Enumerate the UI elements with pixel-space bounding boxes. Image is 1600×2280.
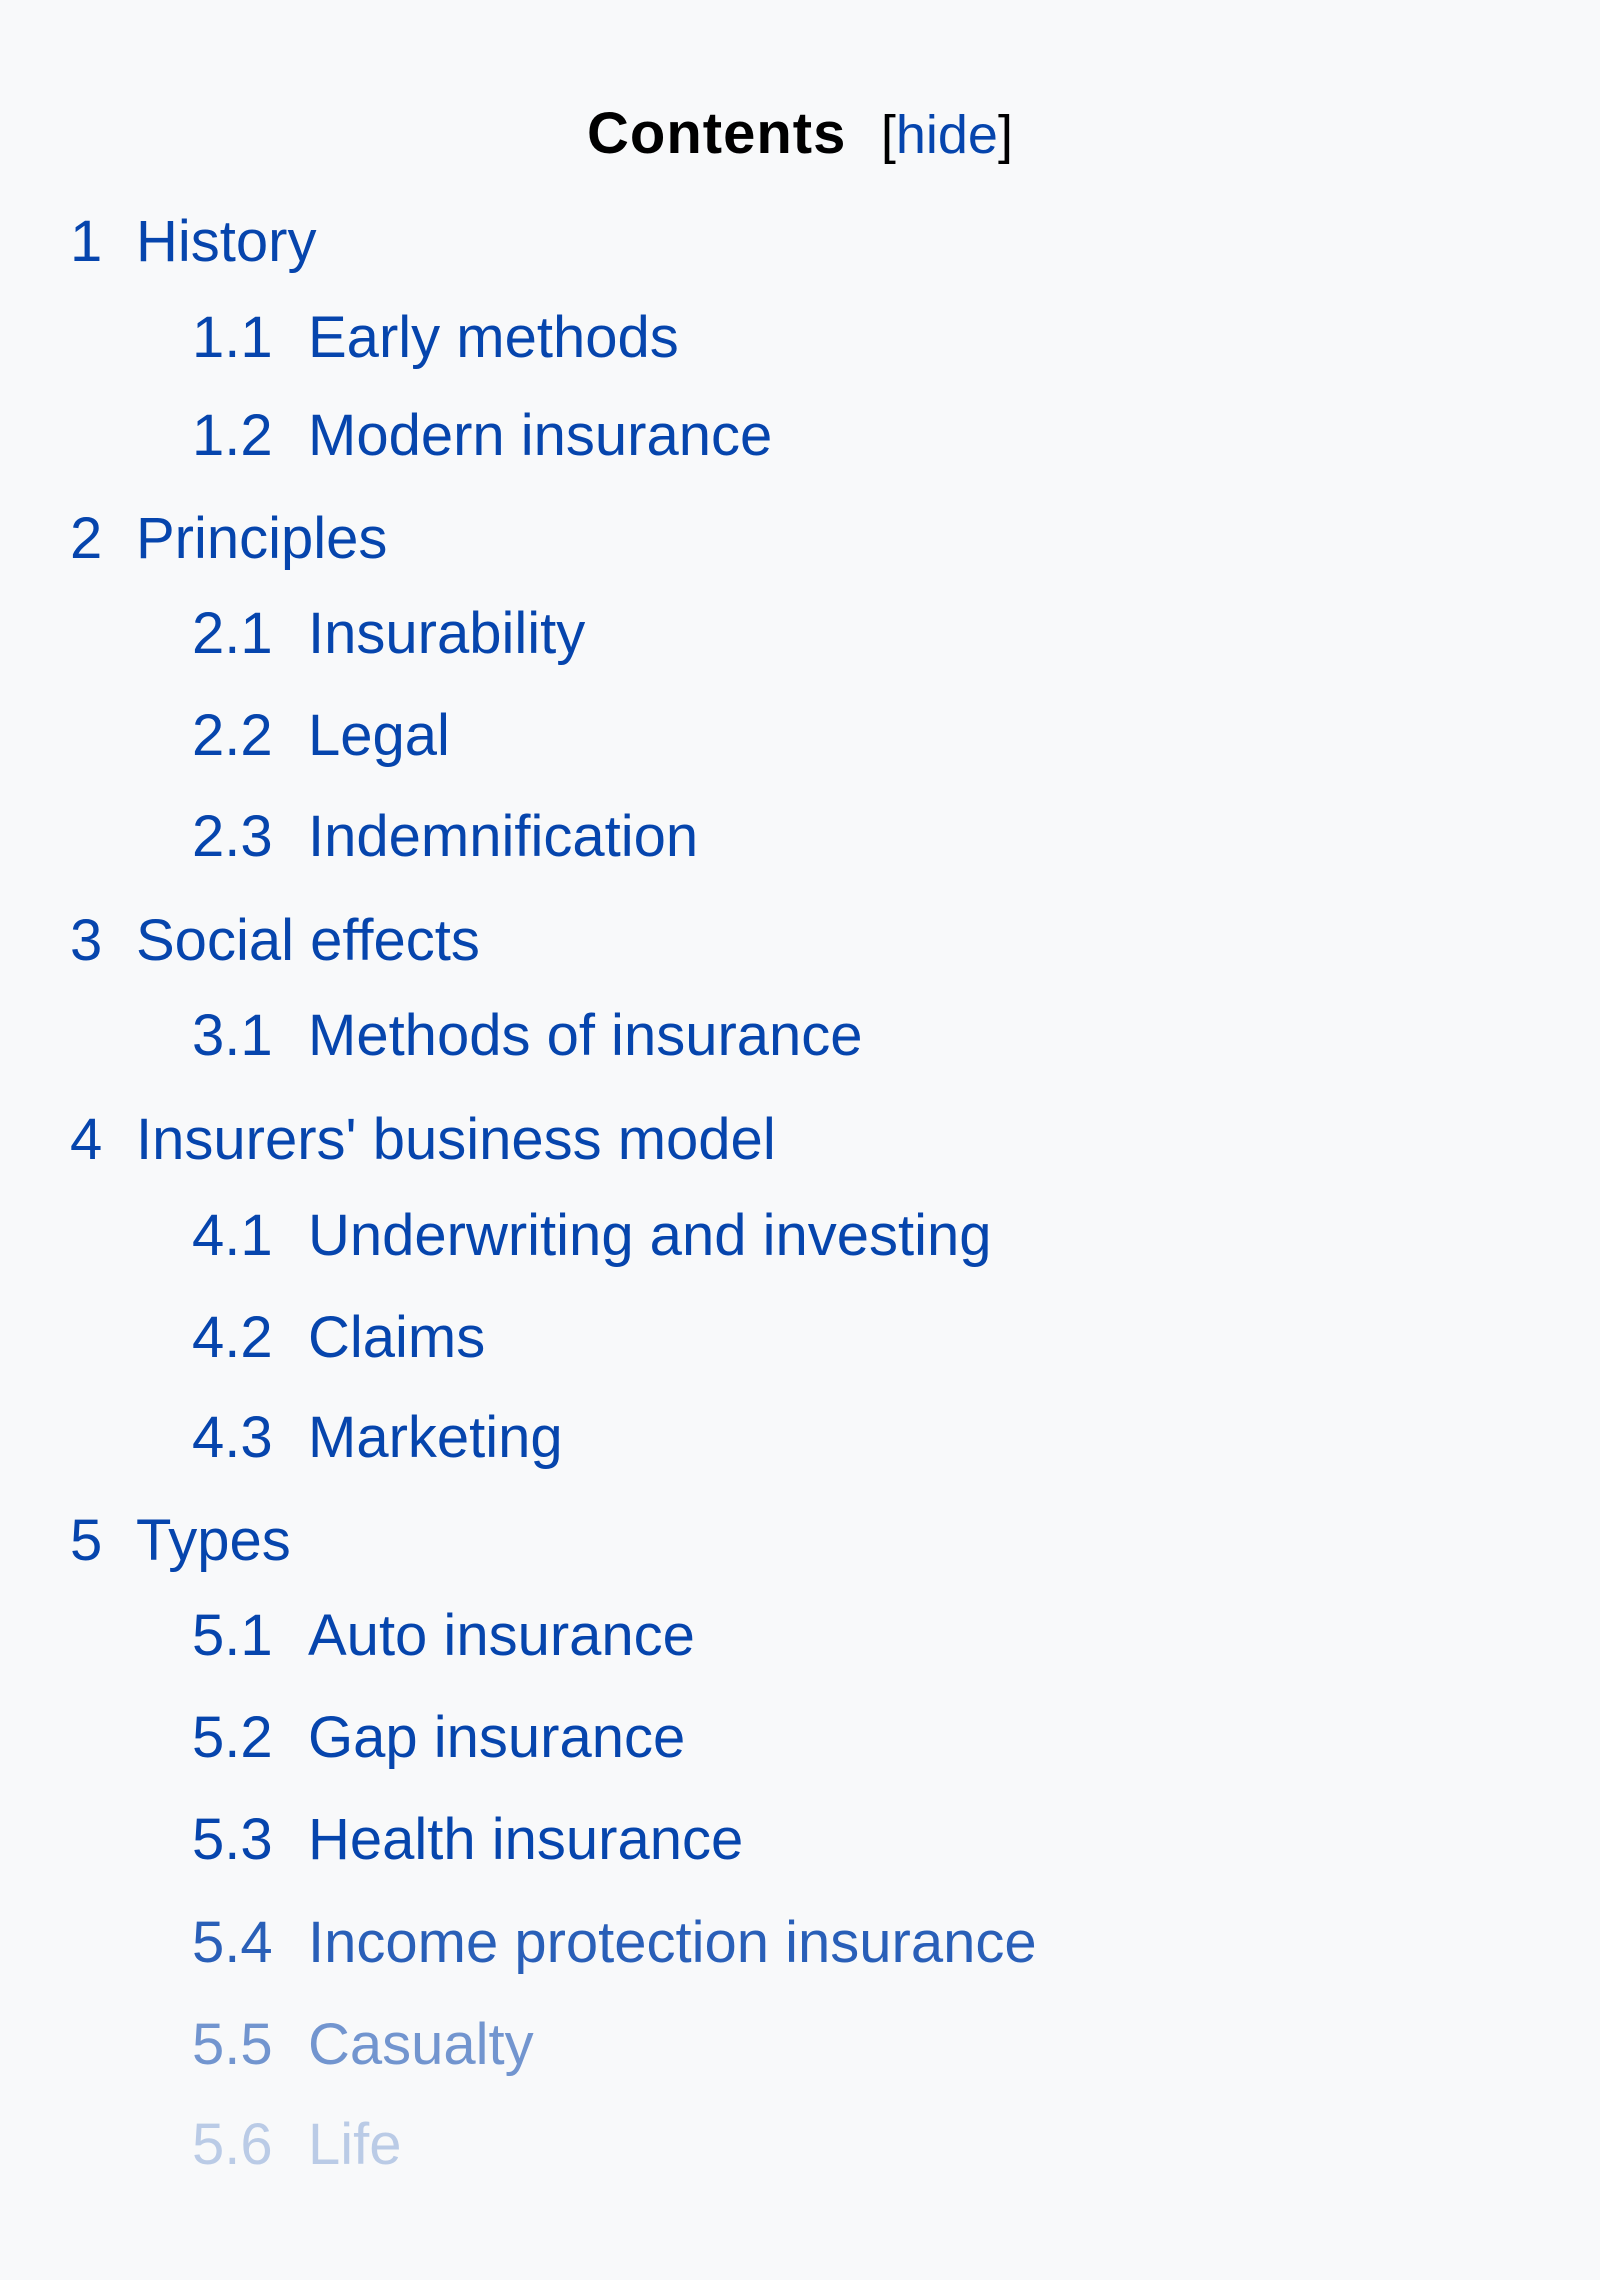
toc-item-label: Insurers' business model bbox=[136, 1107, 776, 1172]
toc-header: Contents [hide] bbox=[0, 100, 1600, 167]
toc-item[interactable]: 5.3 Health insurance bbox=[192, 1806, 743, 1873]
toc-item-number: 4.2 bbox=[192, 1305, 273, 1370]
toc-item[interactable]: 3 Social effects bbox=[70, 907, 480, 974]
toc-item-label: Methods of insurance bbox=[308, 1003, 863, 1068]
toc-item-label: Insurability bbox=[308, 601, 586, 666]
toc-item-label: Underwriting and investing bbox=[308, 1203, 992, 1268]
toc-toggle-bracket-open: [ bbox=[880, 105, 896, 165]
toc-item[interactable]: 5.5 Casualty bbox=[192, 2011, 534, 2078]
toc-item-label: Casualty bbox=[308, 2012, 534, 2077]
toc-item[interactable]: 1.2 Modern insurance bbox=[192, 402, 772, 469]
toc-item-number: 2.2 bbox=[192, 703, 273, 768]
toc-item[interactable]: 2.2 Legal bbox=[192, 702, 450, 769]
toc-item-number: 2.1 bbox=[192, 601, 273, 666]
toc-item-number: 4.1 bbox=[192, 1203, 273, 1268]
toc-item-number: 5.1 bbox=[192, 1603, 273, 1668]
toc-item-label: Gap insurance bbox=[308, 1705, 686, 1770]
toc-toggle-bracket-close: ] bbox=[997, 105, 1013, 165]
toc-item[interactable]: 1 History bbox=[70, 208, 316, 275]
toc-item[interactable]: 5.2 Gap insurance bbox=[192, 1704, 685, 1771]
toc-item[interactable]: 4.1 Underwriting and investing bbox=[192, 1202, 991, 1269]
toc-item-number: 5.3 bbox=[192, 1807, 273, 1872]
toc-item-number: 1 bbox=[70, 209, 103, 274]
toc-item-label: Types bbox=[136, 1508, 291, 1573]
toc-item-number: 5 bbox=[70, 1508, 103, 1573]
toc-item[interactable]: 1.1 Early methods bbox=[192, 304, 679, 371]
toc-item-label: Marketing bbox=[308, 1405, 563, 1470]
toc-toggle: [hide] bbox=[881, 105, 1013, 165]
toc-item[interactable]: 5.1 Auto insurance bbox=[192, 1602, 695, 1669]
toc-item-label: Income protection insurance bbox=[308, 1910, 1037, 1975]
toc-item-label: Auto insurance bbox=[308, 1603, 695, 1668]
toc-item-label: Health insurance bbox=[308, 1807, 744, 1872]
toc-item-label: History bbox=[136, 209, 317, 274]
toc-item[interactable]: 5.4 Income protection insurance bbox=[192, 1909, 1037, 1976]
toc-item-label: Early methods bbox=[308, 305, 679, 370]
toc-item-number: 1.1 bbox=[192, 305, 273, 370]
toc-item-number: 5.6 bbox=[192, 2112, 273, 2177]
toc-item-number: 1.2 bbox=[192, 403, 273, 468]
toc-item-label: Modern insurance bbox=[308, 403, 773, 468]
toc-item[interactable]: 4.3 Marketing bbox=[192, 1404, 563, 1471]
toc-item[interactable]: 3.1 Methods of insurance bbox=[192, 1002, 863, 1069]
toc-title: Contents bbox=[587, 101, 847, 166]
toc-item-number: 5.4 bbox=[192, 1910, 273, 1975]
toc-item-label: Life bbox=[308, 2112, 402, 2177]
toc-item-label: Principles bbox=[136, 506, 388, 571]
toc-item[interactable]: 2.3 Indemnification bbox=[192, 803, 698, 870]
toc-item[interactable]: 5 Types bbox=[70, 1507, 291, 1574]
toc-item-label: Social effects bbox=[136, 908, 480, 973]
toc-item-number: 5.5 bbox=[192, 2012, 273, 2077]
toc-item-number: 4.3 bbox=[192, 1405, 273, 1470]
toc-item-number: 3.1 bbox=[192, 1003, 273, 1068]
toc-item[interactable]: 5.6 Life bbox=[192, 2111, 402, 2178]
toc-item-label: Legal bbox=[308, 703, 450, 768]
toc-item[interactable]: 2.1 Insurability bbox=[192, 600, 585, 667]
hide-toc-link[interactable]: hide bbox=[896, 105, 998, 165]
toc-item-number: 4 bbox=[70, 1107, 103, 1172]
toc-item-number: 5.2 bbox=[192, 1705, 273, 1770]
toc-item-number: 3 bbox=[70, 908, 103, 973]
toc-item-number: 2 bbox=[70, 506, 103, 571]
toc-item[interactable]: 4 Insurers' business model bbox=[70, 1106, 776, 1173]
toc-item-label: Indemnification bbox=[308, 804, 699, 869]
toc-item-label: Claims bbox=[308, 1305, 486, 1370]
toc-item-number: 2.3 bbox=[192, 804, 273, 869]
toc-item[interactable]: 2 Principles bbox=[70, 505, 387, 572]
toc-item[interactable]: 4.2 Claims bbox=[192, 1304, 485, 1371]
